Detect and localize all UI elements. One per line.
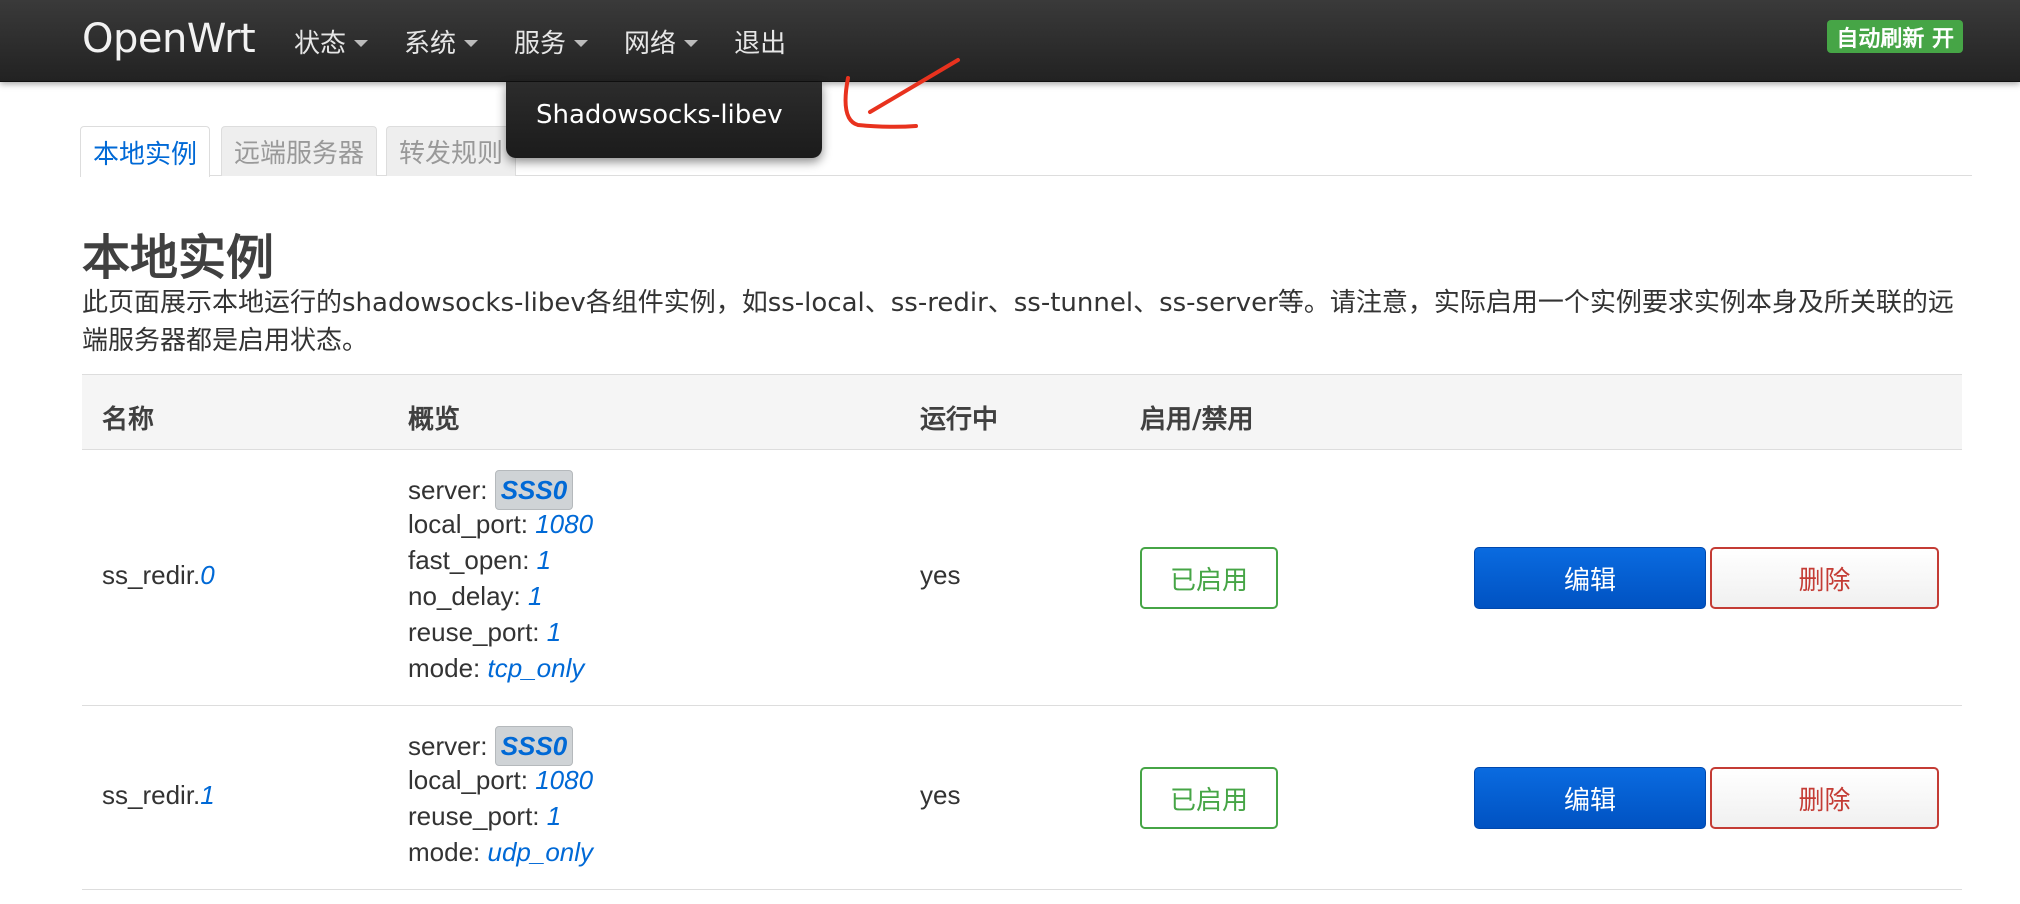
running-status: yes bbox=[920, 780, 961, 810]
caret-down-icon bbox=[464, 39, 479, 47]
caret-down-icon bbox=[684, 39, 699, 47]
overview-local-port: local_port: 1080 bbox=[408, 506, 593, 542]
menu-network[interactable]: 网络 bbox=[620, 0, 716, 82]
menu-services-label: 服务 bbox=[514, 28, 567, 59]
overview-key: local_port: bbox=[408, 509, 536, 539]
page-description: 此页面展示本地运行的shadowsocks-libev各组件实例，如ss-loc… bbox=[82, 288, 1954, 356]
running-status: yes bbox=[920, 560, 961, 590]
edit-button[interactable]: 编辑 bbox=[1474, 767, 1706, 829]
brand-logo[interactable]: OpenWrt bbox=[82, 16, 256, 62]
menu-system[interactable]: 系统 bbox=[400, 0, 496, 82]
dropdown-item-shadowsocks-libev[interactable]: Shadowsocks-libev bbox=[536, 100, 783, 130]
instance-name: ss_redir.0 bbox=[102, 560, 215, 591]
overview-value: tcp_only bbox=[487, 653, 585, 683]
overview-value: 1080 bbox=[535, 765, 594, 795]
header-name: 名称 bbox=[102, 405, 155, 435]
table-row: ss_redir.1 server: SSS0 local_port: 1080… bbox=[82, 706, 1962, 890]
instance-name-index: 0 bbox=[200, 560, 215, 590]
overview-key: server: bbox=[408, 731, 495, 761]
table-row: ss_redir.0 server: SSS0 local_port: 1080… bbox=[82, 450, 1962, 706]
auto-refresh-toggle[interactable]: 自动刷新 开 bbox=[1827, 20, 1963, 53]
annotation-arrow-icon bbox=[843, 58, 960, 129]
menu-status-label: 状态 bbox=[294, 28, 347, 59]
caret-down-icon bbox=[354, 39, 369, 47]
caret-down-icon bbox=[574, 39, 589, 47]
overview-key: reuse_port: bbox=[408, 801, 547, 831]
overview-no-delay: no_delay: 1 bbox=[408, 578, 593, 614]
overview-reuse-port: reuse_port: 1 bbox=[408, 614, 593, 650]
menu-status[interactable]: 状态 bbox=[290, 0, 386, 82]
instance-overview: server: SSS0 local_port: 1080 fast_open:… bbox=[408, 470, 593, 686]
overview-key: local_port: bbox=[408, 765, 536, 795]
instance-name-prefix: ss_redir. bbox=[102, 560, 201, 590]
instance-name-index: 1 bbox=[200, 780, 215, 810]
overview-fast-open: fast_open: 1 bbox=[408, 542, 593, 578]
top-navbar: OpenWrt 状态 系统 服务 网络 退出 自动刷新 开 bbox=[0, 0, 2020, 82]
overview-value: 1 bbox=[536, 545, 552, 575]
enabled-toggle-button[interactable]: 已启用 bbox=[1140, 767, 1278, 829]
overview-value: udp_only bbox=[487, 837, 594, 867]
enabled-toggle-button[interactable]: 已启用 bbox=[1140, 547, 1278, 609]
overview-key: reuse_port: bbox=[408, 617, 547, 647]
overview-key: mode: bbox=[408, 653, 488, 683]
overview-mode: mode: tcp_only bbox=[408, 650, 593, 686]
header-enable-disable: 启用/禁用 bbox=[1140, 405, 1254, 435]
server-ref-link[interactable]: SSS0 bbox=[494, 726, 574, 766]
tab-bar: 本地实例 远端服务器 转发规则 bbox=[80, 126, 1972, 177]
overview-value: 1 bbox=[546, 801, 562, 831]
overview-key: server: bbox=[408, 475, 495, 505]
menu-logout[interactable]: 退出 bbox=[730, 0, 804, 82]
overview-value: 1 bbox=[527, 581, 543, 611]
overview-value: 1080 bbox=[535, 509, 594, 539]
instances-table: 名称 概览 运行中 启用/禁用 ss_redir.0 server: SSS0 … bbox=[82, 374, 1962, 890]
delete-button[interactable]: 删除 bbox=[1710, 547, 1939, 609]
tab-forwarding-rules[interactable]: 转发规则 bbox=[386, 126, 517, 176]
menu-services[interactable]: 服务 bbox=[510, 0, 606, 82]
overview-key: no_delay: bbox=[408, 581, 528, 611]
menu-logout-label: 退出 bbox=[734, 28, 787, 59]
menu-system-label: 系统 bbox=[404, 28, 457, 59]
table-header: 名称 概览 运行中 启用/禁用 bbox=[82, 374, 1962, 450]
header-running: 运行中 bbox=[920, 405, 999, 435]
overview-key: fast_open: bbox=[408, 545, 537, 575]
delete-button[interactable]: 删除 bbox=[1710, 767, 1939, 829]
instance-name: ss_redir.1 bbox=[102, 780, 215, 811]
server-ref-link[interactable]: SSS0 bbox=[494, 470, 574, 510]
tab-local-instances[interactable]: 本地实例 bbox=[80, 126, 211, 177]
overview-reuse-port: reuse_port: 1 bbox=[408, 798, 593, 834]
main-menu: 状态 系统 服务 网络 退出 bbox=[290, 0, 818, 82]
overview-server: server: SSS0 bbox=[408, 726, 593, 766]
menu-network-label: 网络 bbox=[624, 28, 677, 59]
edit-button[interactable]: 编辑 bbox=[1474, 547, 1706, 609]
services-dropdown: Shadowsocks-libev bbox=[506, 82, 822, 158]
overview-key: mode: bbox=[408, 837, 488, 867]
instance-name-prefix: ss_redir. bbox=[102, 780, 201, 810]
overview-server: server: SSS0 bbox=[408, 470, 593, 510]
page-title: 本地实例 bbox=[82, 230, 275, 286]
overview-mode: mode: udp_only bbox=[408, 834, 593, 870]
overview-value: 1 bbox=[546, 617, 562, 647]
tab-remote-servers[interactable]: 远端服务器 bbox=[221, 126, 378, 176]
header-overview: 概览 bbox=[408, 405, 461, 435]
overview-local-port: local_port: 1080 bbox=[408, 762, 593, 798]
instance-overview: server: SSS0 local_port: 1080 reuse_port… bbox=[408, 726, 593, 870]
